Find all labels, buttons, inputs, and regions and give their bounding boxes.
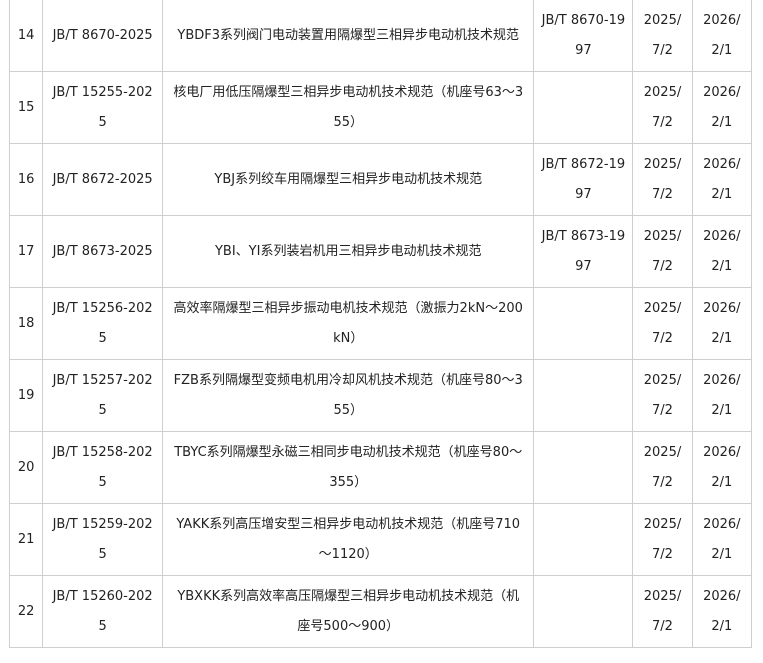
effective-date: 2026/2/1	[691, 287, 753, 360]
replaced-standard	[533, 359, 634, 432]
publish-date: 2025/7/2	[632, 575, 693, 648]
table-row: 18 JB/T 15256-2025 高效率隔爆型三相异步振动电机技术规范（激振…	[8, 287, 753, 360]
standard-code: JB/T 15260-2025	[42, 575, 163, 648]
standard-code: JB/T 15256-2025	[42, 287, 163, 360]
table-row: 21 JB/T 15259-2025 YAKK系列高压增安型三相异步电动机技术规…	[8, 503, 753, 576]
replaced-standard	[533, 287, 634, 360]
publish-date: 2025/7/2	[632, 215, 693, 288]
publish-date: 2025/7/2	[632, 0, 693, 72]
replaced-standard: JB/T 8670-1997	[533, 0, 634, 72]
replaced-standard	[533, 71, 634, 144]
table-row: 20 JB/T 15258-2025 TBYC系列隔爆型永磁三相同步电动机技术规…	[8, 431, 753, 504]
standard-code: JB/T 15258-2025	[42, 431, 163, 504]
publish-date: 2025/7/2	[632, 287, 693, 360]
standard-code: JB/T 8673-2025	[42, 215, 163, 288]
effective-date: 2026/2/1	[691, 143, 753, 216]
row-index: 16	[8, 143, 44, 216]
row-index: 19	[8, 359, 44, 432]
row-index: 14	[8, 0, 44, 72]
standard-code: JB/T 8672-2025	[42, 143, 163, 216]
replaced-standard	[533, 431, 634, 504]
standard-code: JB/T 15255-2025	[42, 71, 163, 144]
standard-name: 高效率隔爆型三相异步振动电机技术规范（激振力2kN～200kN）	[161, 287, 535, 360]
standard-name: 核电厂用低压隔爆型三相异步电动机技术规范（机座号63～355）	[161, 71, 535, 144]
table-row: 17 JB/T 8673-2025 YBI、YI系列装岩机用三相异步电动机技术规…	[8, 215, 753, 288]
effective-date: 2026/2/1	[691, 215, 753, 288]
table-row: 15 JB/T 15255-2025 核电厂用低压隔爆型三相异步电动机技术规范（…	[8, 71, 753, 144]
standard-code: JB/T 15259-2025	[42, 503, 163, 576]
standards-table: 14 JB/T 8670-2025 YBDF3系列阀门电动装置用隔爆型三相异步电…	[8, 0, 753, 648]
table-row: 16 JB/T 8672-2025 YBJ系列绞车用隔爆型三相异步电动机技术规范…	[8, 143, 753, 216]
row-index: 22	[8, 575, 44, 648]
row-index: 15	[8, 71, 44, 144]
publish-date: 2025/7/2	[632, 503, 693, 576]
table-row: 22 JB/T 15260-2025 YBXKK系列高效率高压隔爆型三相异步电动…	[8, 575, 753, 648]
table-row: 14 JB/T 8670-2025 YBDF3系列阀门电动装置用隔爆型三相异步电…	[8, 0, 753, 72]
replaced-standard: JB/T 8673-1997	[533, 215, 634, 288]
standard-code: JB/T 8670-2025	[42, 0, 163, 72]
standard-name: YBJ系列绞车用隔爆型三相异步电动机技术规范	[161, 143, 535, 216]
standard-name: TBYC系列隔爆型永磁三相同步电动机技术规范（机座号80～355）	[161, 431, 535, 504]
standard-name: YAKK系列高压增安型三相异步电动机技术规范（机座号710～1120）	[161, 503, 535, 576]
effective-date: 2026/2/1	[691, 0, 753, 72]
effective-date: 2026/2/1	[691, 71, 753, 144]
row-index: 17	[8, 215, 44, 288]
standard-name: YBDF3系列阀门电动装置用隔爆型三相异步电动机技术规范	[161, 0, 535, 72]
effective-date: 2026/2/1	[691, 575, 753, 648]
replaced-standard	[533, 575, 634, 648]
publish-date: 2025/7/2	[632, 71, 693, 144]
standards-table-body: 14 JB/T 8670-2025 YBDF3系列阀门电动装置用隔爆型三相异步电…	[8, 0, 753, 648]
row-index: 18	[8, 287, 44, 360]
publish-date: 2025/7/2	[632, 431, 693, 504]
standard-name: FZB系列隔爆型变频电机用冷却风机技术规范（机座号80～355）	[161, 359, 535, 432]
standard-code: JB/T 15257-2025	[42, 359, 163, 432]
effective-date: 2026/2/1	[691, 503, 753, 576]
row-index: 20	[8, 431, 44, 504]
effective-date: 2026/2/1	[691, 431, 753, 504]
publish-date: 2025/7/2	[632, 359, 693, 432]
table-row: 19 JB/T 15257-2025 FZB系列隔爆型变频电机用冷却风机技术规范…	[8, 359, 753, 432]
standard-name: YBI、YI系列装岩机用三相异步电动机技术规范	[161, 215, 535, 288]
effective-date: 2026/2/1	[691, 359, 753, 432]
standard-name: YBXKK系列高效率高压隔爆型三相异步电动机技术规范（机座号500～900）	[161, 575, 535, 648]
row-index: 21	[8, 503, 44, 576]
publish-date: 2025/7/2	[632, 143, 693, 216]
replaced-standard	[533, 503, 634, 576]
replaced-standard: JB/T 8672-1997	[533, 143, 634, 216]
